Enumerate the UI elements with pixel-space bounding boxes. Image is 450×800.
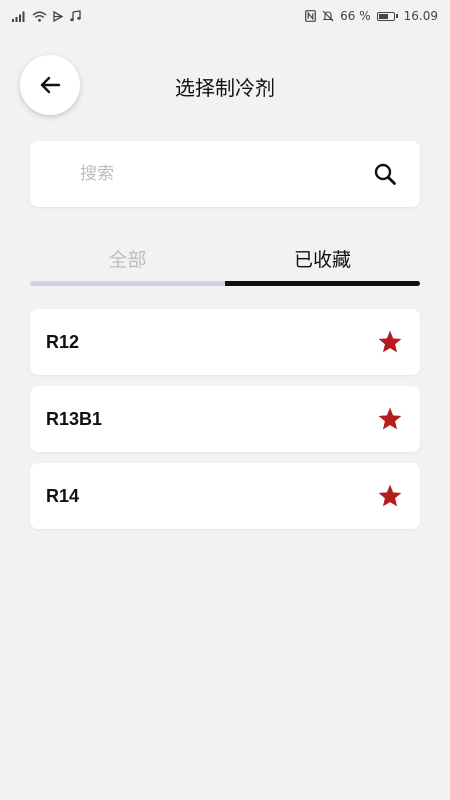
mute-icon <box>322 10 334 22</box>
refrigerant-label: R12 <box>46 331 80 352</box>
tab-bar: 全部 已收藏 <box>30 235 420 287</box>
tab-active-indicator <box>225 281 420 286</box>
battery-percent: 66 % <box>340 9 371 23</box>
wifi-icon <box>32 11 47 22</box>
star-icon[interactable] <box>376 328 404 356</box>
status-bar: 66 % 16.09 <box>0 0 450 32</box>
music-note-icon <box>70 10 81 22</box>
refrigerant-label: R14 <box>46 485 80 506</box>
nfc-icon <box>305 10 317 22</box>
refrigerant-label: R13B1 <box>46 408 103 429</box>
star-icon[interactable] <box>376 405 404 433</box>
battery-icon <box>376 11 398 21</box>
star-icon[interactable] <box>376 482 404 510</box>
list-item[interactable]: R12 <box>30 309 420 375</box>
tab-favorites[interactable]: 已收藏 <box>225 235 420 281</box>
search-input[interactable] <box>30 163 372 185</box>
status-right: 66 % 16.09 <box>305 9 438 23</box>
list-item[interactable]: R14 <box>30 463 420 529</box>
battery-level <box>378 13 388 19</box>
search-bar <box>30 141 420 207</box>
media-icon <box>53 10 64 22</box>
status-left <box>12 10 81 22</box>
tab-track <box>30 281 225 286</box>
signal-icon <box>12 11 26 22</box>
clock: 16.09 <box>403 9 438 23</box>
page-title: 选择制冷剂 <box>175 76 275 100</box>
search-icon[interactable] <box>372 161 398 187</box>
tab-all[interactable]: 全部 <box>30 235 225 281</box>
list-item[interactable]: R13B1 <box>30 386 420 452</box>
